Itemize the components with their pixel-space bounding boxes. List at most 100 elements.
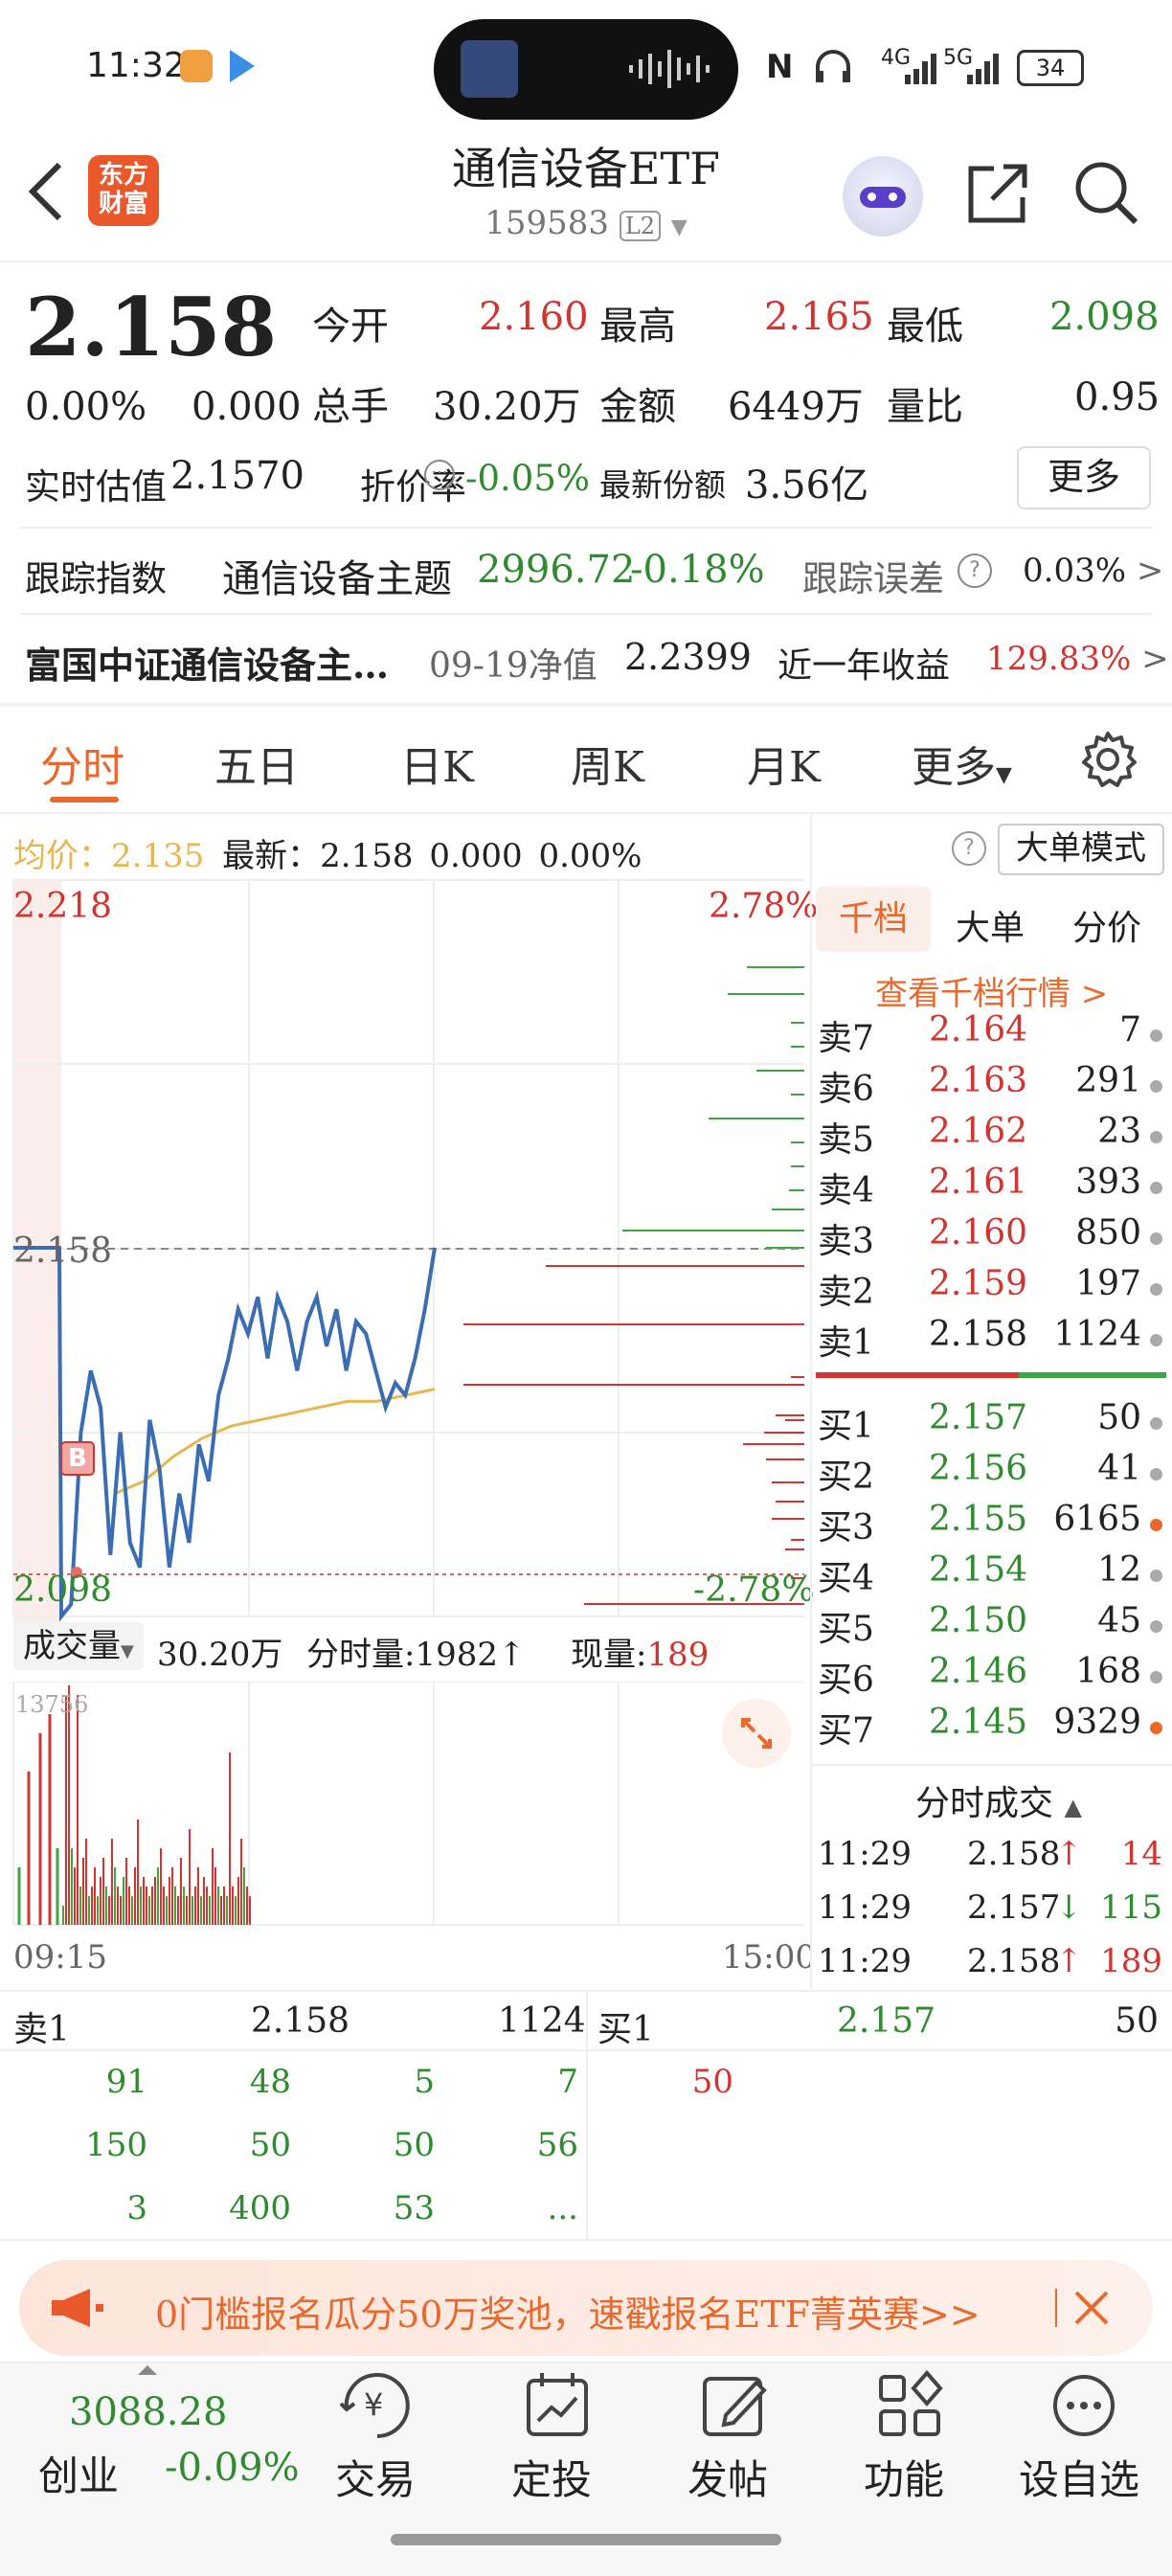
ask-row[interactable]: 卖4 2.161 393 [816, 1163, 1166, 1210]
fund-code-text: 159583 [485, 204, 610, 242]
tick-time: 11:29 [818, 1835, 912, 1873]
big-order-mode-button[interactable]: 大单模式 [998, 824, 1164, 875]
bid-row[interactable]: 买4 2.154 12 [816, 1550, 1166, 1598]
volume-chart[interactable] [0, 1682, 812, 1927]
queue-ask-cell: 91 [105, 2063, 147, 2101]
triangle-up-icon: ▲ [1064, 1794, 1082, 1820]
auto-invest-icon[interactable] [521, 2369, 597, 2446]
info-icon[interactable]: ··· [424, 460, 455, 490]
share-icon[interactable] [965, 159, 1032, 226]
add-watchlist-icon[interactable] [1046, 2369, 1122, 2446]
bid-row[interactable]: 买7 2.145 9329 [816, 1703, 1166, 1751]
nav-post[interactable]: 发帖 [687, 2448, 768, 2506]
dot-icon [1150, 1080, 1162, 1093]
queue-ask-cell: 3 [126, 2189, 147, 2227]
ask-row[interactable]: 卖1 2.158 1124 [816, 1315, 1166, 1363]
amount-label: 金额 [599, 385, 676, 429]
index-name[interactable]: 创业 [38, 2444, 119, 2502]
expand-icon[interactable] [722, 1699, 791, 1768]
bid-volume: 41 [1097, 1449, 1141, 1488]
intraday-chart[interactable] [0, 879, 812, 1626]
trade-icon[interactable]: ¥ [337, 2365, 417, 2446]
bid-price: 2.146 [929, 1652, 1028, 1691]
megaphone-icon [52, 2289, 103, 2327]
bid-row[interactable]: 买5 2.150 45 [816, 1601, 1166, 1649]
tracking-error-label: 跟踪误差 [802, 558, 944, 599]
chart-top-pct: 2.78% [709, 887, 819, 926]
tick-volume: 14 [1120, 1835, 1162, 1873]
ask-level-label: 卖2 [818, 1273, 874, 1312]
ask-row[interactable]: 卖7 2.164 7 [816, 1010, 1166, 1058]
ask-row[interactable]: 卖6 2.163 291 [816, 1061, 1166, 1109]
tab-order-depth[interactable]: 千档 [816, 887, 931, 952]
view-depth-link[interactable]: 查看千档行情 > [875, 967, 1108, 1014]
tracking-index-name[interactable]: 通信设备主题 [222, 548, 452, 603]
bid-row[interactable]: 买6 2.146 168 [816, 1652, 1166, 1700]
ask-row[interactable]: 卖2 2.159 197 [816, 1264, 1166, 1312]
ask-row[interactable]: 卖5 2.162 23 [816, 1112, 1166, 1160]
robot-assistant-icon[interactable] [843, 156, 923, 237]
nav-trade[interactable]: 交易 [335, 2448, 416, 2506]
bid-row[interactable]: 买2 2.156 41 [816, 1449, 1166, 1497]
tracking-error-value[interactable]: 0.03% > [1023, 552, 1163, 590]
change-value: 0.000 [192, 385, 302, 429]
help-icon[interactable]: ? [958, 554, 992, 588]
bid-price: 2.150 [929, 1601, 1028, 1640]
tab-more[interactable]: 更多▼ [912, 733, 1012, 794]
tab-weekly-k[interactable]: 周K [571, 733, 644, 794]
year-return-label: 近一年收益 [778, 646, 951, 686]
tracking-error-text: 0.03% [1023, 552, 1127, 590]
tab-big-orders[interactable]: 大单 [956, 900, 1025, 950]
shares-value: 3.56亿 [745, 463, 869, 508]
change-pct: 0.00% [25, 385, 147, 429]
queue-bid-cell: 50 [691, 2063, 733, 2101]
home-indicator[interactable] [391, 2534, 781, 2545]
bid-price: 2.156 [929, 1449, 1028, 1488]
dot-icon [1150, 1029, 1162, 1042]
more-button[interactable]: 更多 [1017, 446, 1151, 509]
volume-indicator-select[interactable]: 成交量▼ [13, 1622, 144, 1670]
svg-text:¥: ¥ [364, 2386, 383, 2423]
avg-label: 均价： [13, 837, 111, 875]
post-icon[interactable] [697, 2369, 774, 2446]
close-icon[interactable] [1072, 2289, 1111, 2327]
bid-volume: 50 [1097, 1398, 1141, 1437]
functions-icon[interactable] [873, 2369, 950, 2446]
promo-banner[interactable]: 0门槛报名瓜分50万奖池，速戳报名ETF菁英赛>> [19, 2260, 1153, 2356]
tab-five-day[interactable]: 五日 [214, 733, 299, 794]
ask-strength-bar [816, 1372, 1019, 1378]
ask-volume: 23 [1097, 1112, 1141, 1151]
volume-indicator-label: 成交量 [23, 1627, 121, 1665]
ticks-title[interactable]: 分时成交 ▲ [915, 1775, 1082, 1825]
nav-value: 2.2399 [624, 636, 752, 678]
search-icon[interactable] [1071, 157, 1141, 228]
dot-icon [1150, 1131, 1162, 1143]
volume-total: 30.20万 [157, 1636, 283, 1674]
year-return-link[interactable]: 129.83% > [986, 640, 1169, 678]
tab-daily-k[interactable]: 日K [400, 733, 474, 794]
nav-add-watchlist[interactable]: 设自选 [1019, 2448, 1139, 2506]
latest-value: 2.158 [320, 837, 414, 875]
bid-row[interactable]: 买1 2.157 50 [816, 1398, 1166, 1446]
chart-top-price: 2.218 [13, 887, 113, 926]
tab-intraday[interactable]: 分时 [40, 733, 124, 794]
nav-functions[interactable]: 功能 [864, 2448, 944, 2506]
index-value[interactable]: 3088.28 [69, 2390, 227, 2434]
iopv-label: 实时估值 [25, 466, 167, 508]
minute-volume-label: 分时量: [306, 1636, 416, 1674]
tick-row: 11:29 2.157 ↓ 115 [816, 1888, 1168, 1936]
chart-bottom-pct: -2.78% [693, 1570, 815, 1610]
tab-price-distribution[interactable]: 分价 [1072, 900, 1141, 950]
dot-icon [1150, 1519, 1162, 1531]
bid-row[interactable]: 买3 2.155 6165 [816, 1500, 1166, 1548]
dot-icon [1150, 1722, 1162, 1734]
settings-gear-icon[interactable] [1078, 730, 1138, 789]
minute-volume: 分时量:1982↑ [306, 1636, 526, 1674]
current-price: 2.158 [25, 280, 278, 374]
nav-auto-invest[interactable]: 定投 [511, 2448, 592, 2506]
help-icon[interactable]: ? [952, 831, 986, 866]
tick-row: 11:29 2.158 ↑ 189 [816, 1942, 1168, 1990]
ask-row[interactable]: 卖3 2.160 850 [816, 1213, 1166, 1261]
tab-monthly-k[interactable]: 月K [747, 733, 821, 794]
fund-name[interactable]: 富国中证通信设备主… [25, 636, 389, 689]
